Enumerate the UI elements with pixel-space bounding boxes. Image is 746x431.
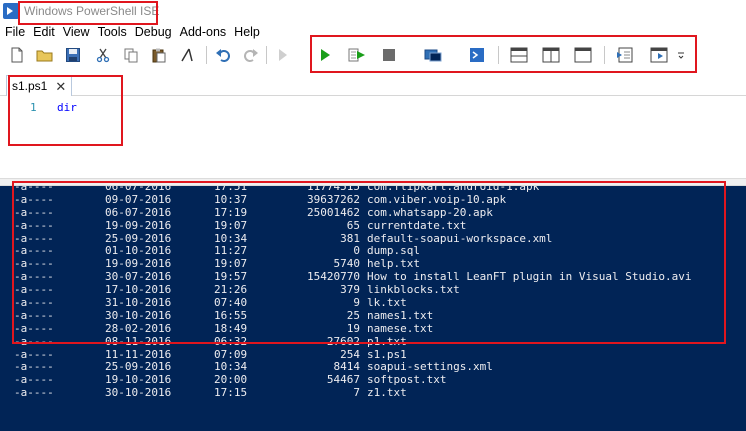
open-folder-icon[interactable] (34, 44, 56, 66)
name-cell: p1.txt (367, 334, 407, 348)
mode-cell: -a---- (14, 192, 54, 206)
show-script-pane-maximized-icon[interactable] (572, 44, 594, 66)
tab-s1-ps1[interactable]: s1.ps1 ✕ (6, 75, 72, 96)
date-cell: 31-10-2016 (105, 296, 172, 310)
script-editor[interactable]: 1 dir (0, 96, 746, 178)
mode-cell: -a---- (14, 334, 54, 348)
save-icon[interactable] (62, 44, 84, 66)
time-cell: 17:15 (214, 386, 248, 400)
time-cell: 06:32 (214, 334, 248, 348)
date-cell: 30-10-2016 (105, 386, 172, 400)
length-cell: 65 (346, 218, 360, 232)
name-cell: names1.txt (367, 308, 434, 322)
time-cell: 16:55 (214, 308, 248, 322)
menu-addons[interactable]: Add-ons (179, 25, 234, 39)
name-cell: com.whatsapp-20.apk (367, 205, 493, 219)
show-script-pane-icon[interactable] (614, 44, 636, 66)
code-line[interactable]: dir (57, 101, 77, 114)
menu-file[interactable]: File (4, 25, 32, 39)
toolbar-overflow-icon[interactable] (674, 44, 688, 66)
script-tab-strip: s1.ps1 ✕ (0, 72, 746, 96)
menu-bar: File Edit View Tools Debug Add-ons Help (0, 22, 746, 41)
run-script-icon[interactable] (314, 44, 336, 66)
name-cell: currentdate.txt (367, 218, 467, 232)
length-cell: 27602 (326, 334, 360, 348)
date-cell: 19-09-2016 (105, 218, 172, 232)
date-cell: 06-07-2016 (105, 205, 172, 219)
time-cell: 17:19 (214, 205, 248, 219)
console-row: -a---- 06-07-2016 17:19 25001462 com.whatsap… (0, 205, 746, 220)
cut-icon[interactable] (92, 44, 114, 66)
time-cell: 19:07 (214, 218, 248, 232)
console-row: -a---- 31-10-2016 07:40 9 lk.txt (0, 296, 746, 310)
tab-label: s1.ps1 (12, 79, 48, 93)
pane-splitter[interactable] (0, 178, 746, 186)
show-script-pane-top-icon[interactable] (508, 44, 530, 66)
date-cell: 28-02-2016 (105, 321, 172, 335)
mode-cell: -a---- (14, 386, 54, 400)
length-cell: 7 (353, 386, 360, 400)
menu-edit[interactable]: Edit (32, 25, 62, 39)
toolbar-separator (498, 46, 499, 64)
name-cell: z1.txt (367, 386, 407, 400)
length-cell: 54467 (326, 373, 360, 387)
date-cell: 09-07-2016 (105, 192, 172, 206)
console-row: -a---- 30-10-2016 16:55 25 names1.txt (0, 308, 746, 323)
mode-cell: -a---- (14, 296, 54, 310)
close-icon[interactable]: ✕ (55, 80, 66, 93)
show-script-pane-right-icon[interactable] (540, 44, 562, 66)
menu-debug[interactable]: Debug (134, 25, 179, 39)
window-title: Windows PowerShell ISE (24, 4, 160, 18)
menu-tools[interactable]: Tools (97, 25, 134, 39)
length-cell: 381 (340, 231, 360, 245)
length-cell: 39637262 (307, 192, 360, 206)
time-cell: 10:37 (214, 192, 248, 206)
menu-help[interactable]: Help (233, 25, 267, 39)
time-cell: 07:40 (214, 296, 248, 310)
console-pane[interactable]: -a---- 06-07-2016 17:51 11774515 com.flipkar… (0, 186, 746, 431)
open-help-icon[interactable] (272, 44, 294, 66)
mode-cell: -a---- (14, 321, 54, 335)
toolbar-separator (604, 46, 605, 64)
stop-icon[interactable] (378, 44, 400, 66)
mode-cell: -a---- (14, 308, 54, 322)
name-cell: com.viber.voip-10.apk (367, 192, 507, 206)
console-output: -a---- 06-07-2016 17:51 11774515 com.flipkar… (0, 186, 746, 400)
name-cell: lk.txt (367, 296, 407, 310)
length-cell: 25001462 (307, 205, 360, 219)
toolbar (0, 41, 746, 69)
length-cell: 379 (340, 283, 360, 297)
console-row: -a---- 28-02-2016 18:49 19 namese.txt (0, 321, 746, 336)
console-row: -a---- 30-10-2016 17:15 7 z1.txt (0, 386, 746, 400)
remote-powershell-icon[interactable] (422, 44, 444, 66)
date-cell: 08-11-2016 (105, 334, 172, 348)
menu-view[interactable]: View (62, 25, 97, 39)
console-row: -a---- 08-11-2016 06:32 27602 p1.txt (0, 334, 746, 349)
console-row: -a---- 19-09-2016 19:07 65 currentdate.txt (0, 218, 746, 233)
time-cell: 18:49 (214, 321, 248, 335)
line-number: 1 (30, 101, 37, 114)
console-row: -a---- 09-07-2016 10:37 39637262 com.viber.v… (0, 192, 746, 207)
paste-icon[interactable] (148, 44, 170, 66)
run-selection-icon[interactable] (346, 44, 368, 66)
undo-icon[interactable] (212, 44, 234, 66)
powershell-icon (3, 3, 19, 19)
copy-icon[interactable] (120, 44, 142, 66)
new-file-icon[interactable] (6, 44, 28, 66)
toolbar-separator (206, 46, 207, 64)
clear-console-icon[interactable] (176, 44, 198, 66)
mode-cell: -a---- (14, 218, 54, 232)
length-cell: 9 (353, 296, 360, 310)
length-cell: 25 (346, 308, 360, 322)
start-powershell-icon[interactable] (466, 44, 488, 66)
length-cell: 19 (346, 321, 360, 335)
toolbar-separator (266, 46, 267, 64)
title-bar: Windows PowerShell ISE (0, 0, 746, 22)
date-cell: 30-10-2016 (105, 308, 172, 322)
mode-cell: -a---- (14, 205, 54, 219)
name-cell: namese.txt (367, 321, 434, 335)
redo-icon[interactable] (240, 44, 262, 66)
show-command-addon-icon[interactable] (648, 44, 670, 66)
